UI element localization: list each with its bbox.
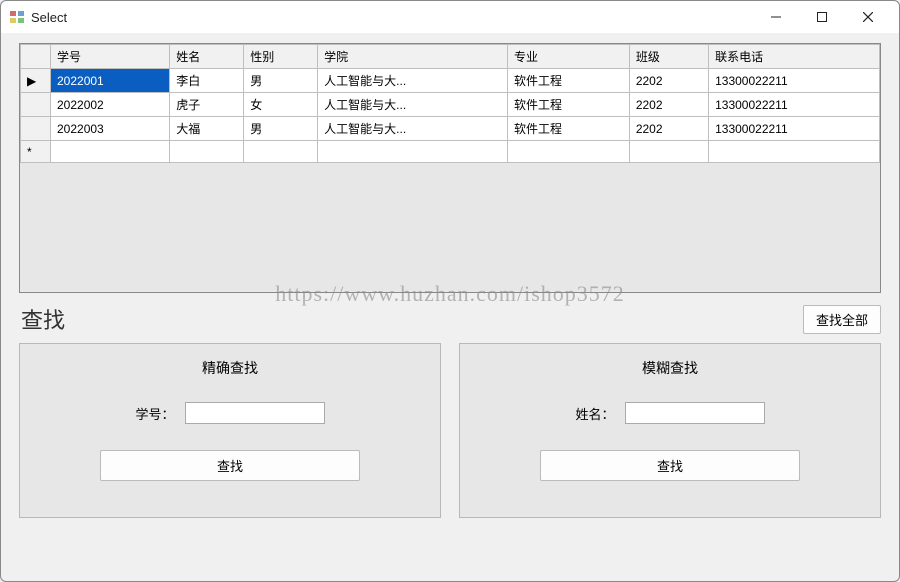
cell[interactable]: 2202	[629, 117, 708, 141]
window-controls	[753, 2, 891, 32]
cell[interactable]	[629, 141, 708, 163]
table-row[interactable]: *	[21, 141, 880, 163]
cell[interactable]: 男	[244, 69, 318, 93]
section-title: 查找	[21, 303, 65, 335]
fuzzy-label: 姓名：	[575, 404, 614, 423]
section-header: 查找 查找全部	[19, 303, 881, 335]
row-indicator[interactable]: ▶	[21, 69, 51, 93]
cell[interactable]: 女	[244, 93, 318, 117]
table-row[interactable]: 2022003大福男人工智能与大...软件工程220213300022211	[21, 117, 880, 141]
cell[interactable]: 2202	[629, 93, 708, 117]
cell[interactable]: 13300022211	[709, 93, 880, 117]
fuzzy-panel-title: 模糊查找	[642, 358, 698, 378]
maximize-button[interactable]	[799, 2, 845, 32]
exact-search-panel: 精确查找 学号： 查找	[19, 343, 441, 518]
client-area: 学号姓名性别学院专业班级联系电话▶2022001李白男人工智能与大...软件工程…	[1, 33, 899, 581]
row-indicator[interactable]	[21, 93, 51, 117]
exact-label: 学号：	[135, 404, 174, 423]
cell[interactable]: 人工智能与大...	[318, 117, 508, 141]
cell[interactable]: 大福	[170, 117, 244, 141]
cell[interactable]: 2022001	[51, 69, 170, 93]
column-header[interactable]: 专业	[507, 45, 629, 69]
exact-panel-title: 精确查找	[202, 358, 258, 378]
fuzzy-name-input[interactable]	[625, 402, 765, 424]
exact-id-input[interactable]	[185, 402, 325, 424]
cell[interactable]: 李白	[170, 69, 244, 93]
row-indicator[interactable]: *	[21, 141, 51, 163]
window-title: Select	[31, 10, 67, 25]
cell[interactable]: 人工智能与大...	[318, 69, 508, 93]
window: Select 学号姓名性别学院专业班级联系电话▶2022001李白男人工智能与大…	[0, 0, 900, 582]
column-header[interactable]: 学院	[318, 45, 508, 69]
fuzzy-search-button[interactable]: 查找	[540, 450, 800, 481]
fuzzy-form-row: 姓名：	[575, 402, 764, 424]
cell[interactable]: 13300022211	[709, 117, 880, 141]
cell[interactable]	[318, 141, 508, 163]
minimize-button[interactable]	[753, 2, 799, 32]
cell[interactable]	[709, 141, 880, 163]
titlebar: Select	[1, 1, 899, 33]
cell[interactable]: 软件工程	[507, 69, 629, 93]
search-all-button[interactable]: 查找全部	[803, 305, 881, 334]
cell[interactable]: 2202	[629, 69, 708, 93]
exact-form-row: 学号：	[135, 402, 324, 424]
cell[interactable]: 2022003	[51, 117, 170, 141]
cell[interactable]	[244, 141, 318, 163]
exact-search-button[interactable]: 查找	[100, 450, 360, 481]
cell[interactable]	[170, 141, 244, 163]
cell[interactable]: 人工智能与大...	[318, 93, 508, 117]
close-button[interactable]	[845, 2, 891, 32]
row-indicator[interactable]	[21, 117, 51, 141]
fuzzy-search-panel: 模糊查找 姓名： 查找	[459, 343, 881, 518]
cell[interactable]	[51, 141, 170, 163]
grid-corner[interactable]	[21, 45, 51, 69]
cell[interactable]: 虎子	[170, 93, 244, 117]
column-header[interactable]: 学号	[51, 45, 170, 69]
table-row[interactable]: 2022002虎子女人工智能与大...软件工程220213300022211	[21, 93, 880, 117]
panels: 精确查找 学号： 查找 模糊查找 姓名： 查找	[19, 343, 881, 518]
datagrid-empty-area	[20, 163, 880, 283]
column-header[interactable]: 班级	[629, 45, 708, 69]
cell[interactable]: 13300022211	[709, 69, 880, 93]
column-header[interactable]: 姓名	[170, 45, 244, 69]
column-header[interactable]: 联系电话	[709, 45, 880, 69]
cell[interactable]: 软件工程	[507, 117, 629, 141]
column-header[interactable]: 性别	[244, 45, 318, 69]
cell[interactable]: 2022002	[51, 93, 170, 117]
cell[interactable]	[507, 141, 629, 163]
cell[interactable]: 男	[244, 117, 318, 141]
cell[interactable]: 软件工程	[507, 93, 629, 117]
app-icon	[9, 9, 25, 25]
datagrid[interactable]: 学号姓名性别学院专业班级联系电话▶2022001李白男人工智能与大...软件工程…	[19, 43, 881, 293]
table-row[interactable]: ▶2022001李白男人工智能与大...软件工程220213300022211	[21, 69, 880, 93]
